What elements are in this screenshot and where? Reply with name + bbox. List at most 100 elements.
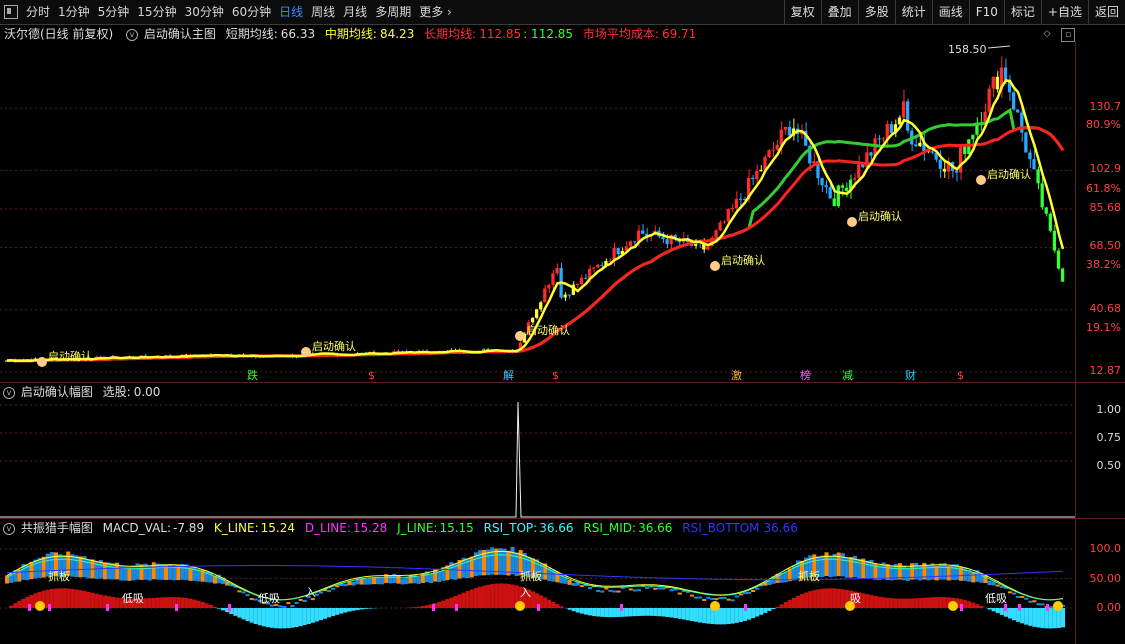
candle-body bbox=[983, 111, 987, 123]
period-tab-10[interactable]: 更多 › bbox=[415, 0, 456, 24]
candle-body bbox=[539, 302, 543, 310]
marker-tick bbox=[48, 604, 51, 611]
candle-body bbox=[1056, 250, 1061, 269]
kdj-band bbox=[416, 576, 421, 584]
macd-bar-up bbox=[559, 606, 564, 608]
candle-body bbox=[592, 267, 596, 269]
percent-tick: 80.9% bbox=[1086, 118, 1121, 131]
candlestick-chart[interactable]: 158.50启动确认启动确认启动确认启动确认启动确认启动确认跌 $ 解 $ 激榜减财 $ bbox=[0, 42, 1076, 382]
candle-body bbox=[755, 171, 759, 179]
kdj-band bbox=[380, 577, 385, 585]
macd-bar-up bbox=[804, 592, 809, 608]
indicator-name[interactable]: 启动确认主图 bbox=[144, 27, 216, 41]
toolbar-action-2[interactable]: 多股 bbox=[857, 0, 895, 24]
period-tab-7[interactable]: 周线 bbox=[307, 0, 339, 24]
candle-body bbox=[751, 177, 755, 179]
chevron-down-icon[interactable]: v bbox=[126, 28, 139, 41]
toolbar-action-8[interactable]: 返回 bbox=[1087, 0, 1125, 24]
kdj-band bbox=[730, 599, 735, 602]
period-tab-1[interactable]: 1分钟 bbox=[54, 0, 94, 24]
candle-body bbox=[828, 187, 832, 199]
candle-body bbox=[567, 294, 571, 296]
macd-bar-down bbox=[698, 608, 703, 623]
sub2-title[interactable]: 共振猎手幅图 bbox=[21, 521, 93, 535]
period-tab-6[interactable]: 日线 bbox=[275, 0, 307, 24]
candle-body bbox=[1052, 230, 1057, 251]
macd-bar-down bbox=[763, 608, 768, 613]
money-bag-icon bbox=[710, 601, 720, 611]
macd-bar-down bbox=[661, 608, 666, 617]
kdj-band bbox=[1032, 600, 1037, 603]
diamond-icon[interactable]: ◇ bbox=[1041, 28, 1053, 40]
candle-body bbox=[551, 273, 555, 285]
kdj-band bbox=[706, 596, 711, 599]
select-signal-chart[interactable] bbox=[0, 400, 1076, 518]
kdj-band bbox=[404, 577, 409, 585]
chevron-down-icon[interactable]: v bbox=[3, 522, 15, 535]
event-mark: $ bbox=[957, 369, 964, 382]
period-tab-3[interactable]: 15分钟 bbox=[133, 0, 180, 24]
macd-bar-up bbox=[779, 604, 784, 608]
toolbar-action-0[interactable]: 复权 bbox=[783, 0, 821, 24]
kdj-band bbox=[245, 594, 250, 597]
panel-separator bbox=[0, 382, 1125, 383]
macd-bar-up bbox=[490, 584, 495, 608]
d-label: D_LINE: bbox=[304, 521, 351, 535]
hand-pointer-icon bbox=[847, 217, 857, 227]
marker-tick bbox=[228, 604, 231, 611]
short-ma-line bbox=[6, 79, 1065, 363]
chevron-down-icon[interactable]: v bbox=[3, 386, 15, 399]
select-signal-line bbox=[0, 401, 1076, 518]
toolbar-action-7[interactable]: +自选 bbox=[1040, 0, 1088, 24]
candle-body bbox=[563, 294, 567, 298]
toolbar-action-1[interactable]: 叠加 bbox=[820, 0, 858, 24]
macd-bar-up bbox=[416, 606, 421, 608]
kdj-band bbox=[127, 567, 132, 581]
candle-body bbox=[616, 248, 620, 255]
window-toggle-icon[interactable] bbox=[4, 5, 18, 19]
period-tab-2[interactable]: 5分钟 bbox=[94, 0, 134, 24]
macd-bar-down bbox=[1052, 608, 1057, 629]
kdj-band bbox=[738, 593, 743, 596]
macd-bar-up bbox=[791, 597, 796, 608]
macd-bar-up bbox=[775, 606, 780, 608]
kdj-band bbox=[567, 579, 572, 585]
macd-bar-down bbox=[734, 608, 739, 623]
kdj-band bbox=[857, 558, 862, 579]
kdj-band bbox=[78, 556, 83, 578]
macd-bar-down bbox=[738, 608, 743, 622]
candle-body bbox=[543, 288, 547, 303]
kdj-band bbox=[363, 578, 368, 585]
macd-bar-up bbox=[461, 592, 466, 608]
macd-bar-down bbox=[649, 608, 654, 616]
toolbar-action-6[interactable]: 标记 bbox=[1003, 0, 1041, 24]
candle-body bbox=[877, 138, 881, 140]
candle-body bbox=[987, 88, 991, 112]
toolbar-action-3[interactable]: 统计 bbox=[894, 0, 932, 24]
signal-tag: 入 bbox=[520, 586, 531, 599]
period-tab-4[interactable]: 30分钟 bbox=[181, 0, 228, 24]
resonance-hunter-chart[interactable]: 抓板 抓板 抓板低吸 低吸 低吸入入吸 bbox=[0, 536, 1076, 644]
period-toolbar: 分时 1分钟 5分钟 15分钟 30分钟 60分钟 日线 周线 月线 多周期 更多 › 复权 叠加 多股… bbox=[0, 0, 1125, 25]
candle-body bbox=[881, 138, 885, 140]
stock-name[interactable]: 沃尔德(日线 前复权) bbox=[4, 27, 113, 41]
toolbar-action-5[interactable]: F10 bbox=[968, 0, 1004, 24]
sub1-title[interactable]: 启动确认幅图 bbox=[21, 385, 93, 399]
period-tab-5[interactable]: 60分钟 bbox=[228, 0, 275, 24]
macd-bar-up bbox=[94, 593, 99, 608]
period-tab-9[interactable]: 多周期 bbox=[371, 0, 415, 24]
kdj-band bbox=[885, 564, 890, 580]
period-tab-8[interactable]: 月线 bbox=[339, 0, 371, 24]
macd-bar-up bbox=[143, 598, 148, 608]
restore-icon[interactable]: ▫ bbox=[1061, 28, 1075, 42]
toolbar-action-4[interactable]: 画线 bbox=[931, 0, 969, 24]
macd-bar-up bbox=[494, 583, 499, 608]
kdj-band bbox=[302, 599, 307, 602]
macd-bar-up bbox=[975, 604, 980, 608]
macd-bar-down bbox=[628, 608, 633, 617]
macd-bar-up bbox=[930, 597, 935, 608]
kdj-band bbox=[734, 595, 739, 598]
period-tab-0[interactable]: 分时 bbox=[22, 0, 54, 24]
price-tick: 85.68 bbox=[1089, 201, 1122, 214]
kdj-band bbox=[351, 581, 356, 586]
